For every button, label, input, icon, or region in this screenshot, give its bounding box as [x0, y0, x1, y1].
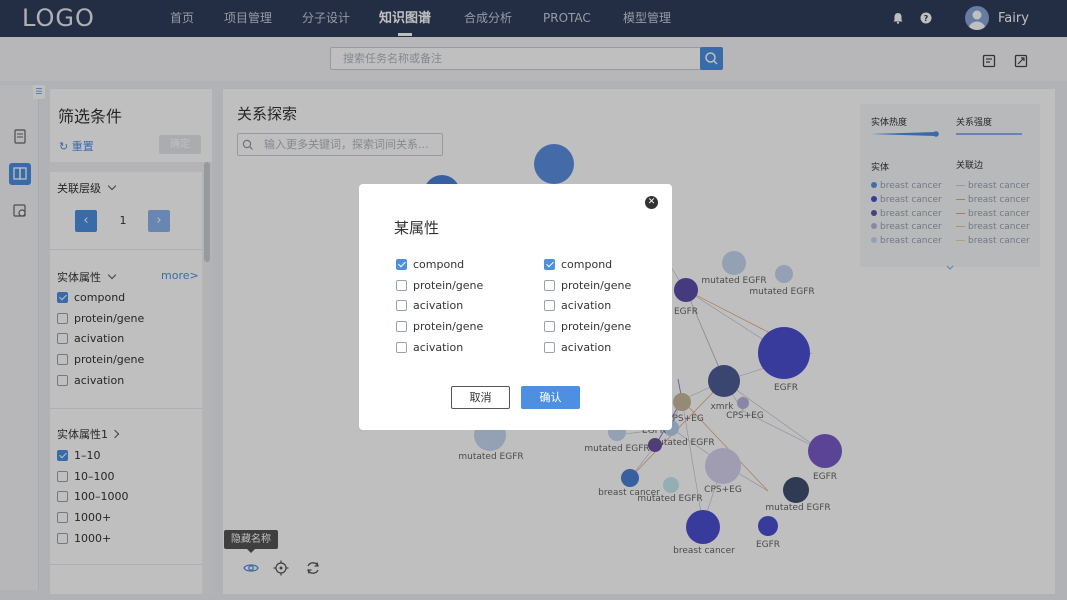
checkbox-label: acivation [561, 299, 612, 313]
checkbox-checked[interactable] [396, 259, 407, 270]
checkbox-unchecked[interactable] [544, 300, 555, 312]
checkbox-unchecked[interactable] [544, 341, 555, 353]
confirm-button[interactable]: 确认 [521, 386, 580, 409]
checkbox-option[interactable]: acivation [396, 300, 463, 312]
checkbox-option[interactable]: protein/gene [396, 278, 484, 292]
checkbox-option[interactable]: protein/gene [396, 321, 483, 333]
checkbox-option[interactable]: protein/gene [544, 321, 631, 333]
checkbox-label: protein/gene [413, 320, 484, 334]
checkbox-option[interactable]: compond [396, 259, 464, 271]
checkbox-label: compond [561, 258, 613, 271]
checkbox-option[interactable]: protein/gene [544, 278, 632, 292]
checkbox-option[interactable]: acivation [544, 340, 612, 354]
checkbox-label: compond [413, 258, 465, 271]
checkbox-unchecked[interactable] [396, 279, 407, 291]
checkbox-label: acivation [561, 340, 612, 354]
checkbox-label: protein/gene [561, 278, 632, 292]
checkbox-unchecked[interactable] [544, 321, 555, 333]
checkbox-label: acivation [413, 299, 464, 313]
checkbox-option[interactable]: compond [544, 259, 612, 271]
checkbox-unchecked[interactable] [396, 300, 407, 312]
close-icon[interactable]: ✕ [645, 196, 658, 209]
modal-title: 某属性 [394, 219, 440, 237]
attribute-modal: ✕ 某属性 compond protein/gene acivation protei… [359, 184, 672, 430]
cancel-button[interactable]: 取消 [451, 386, 510, 409]
checkbox-label: acivation [413, 340, 464, 354]
checkbox-unchecked[interactable] [396, 321, 407, 333]
checkbox-unchecked[interactable] [396, 341, 407, 353]
checkbox-option[interactable]: acivation [396, 340, 464, 354]
checkbox-label: protein/gene [413, 278, 484, 292]
checkbox-unchecked[interactable] [544, 279, 555, 291]
checkbox-option[interactable]: acivation [544, 300, 611, 312]
checkbox-checked[interactable] [544, 259, 555, 270]
checkbox-label: protein/gene [561, 320, 632, 334]
